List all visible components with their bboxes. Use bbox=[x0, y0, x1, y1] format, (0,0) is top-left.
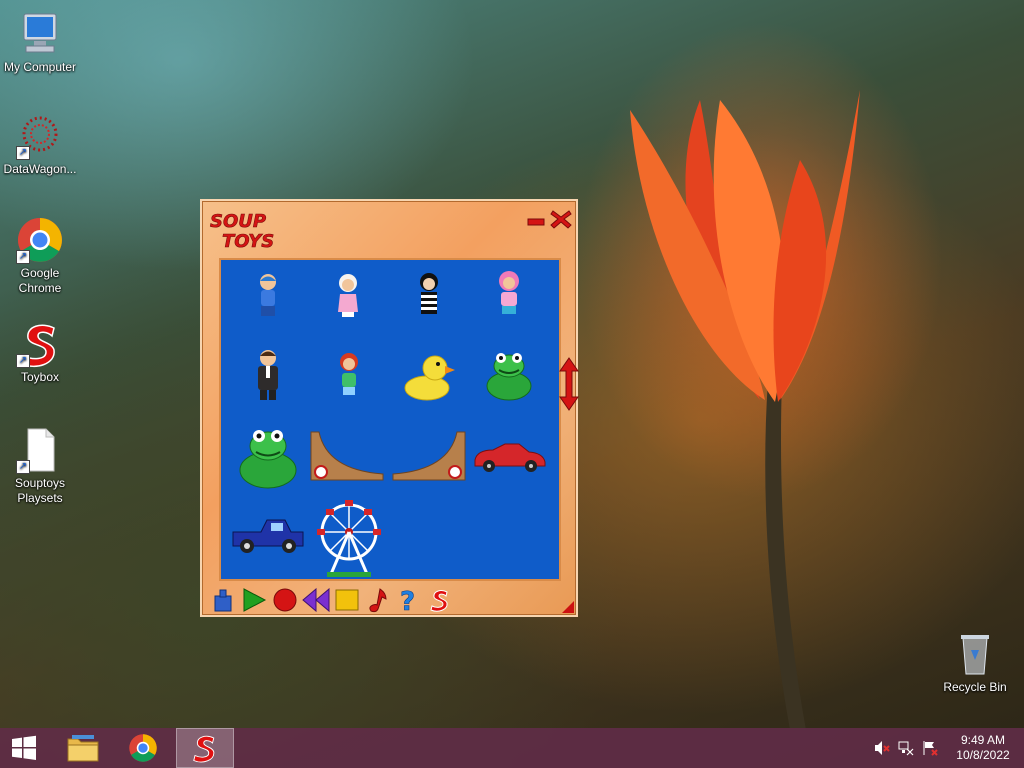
desktop-icon-label: Toybox bbox=[20, 370, 60, 384]
resize-grip[interactable] bbox=[562, 601, 574, 613]
help-icon: ? bbox=[399, 587, 415, 613]
file-explorer-icon bbox=[67, 735, 99, 762]
desktop-icon-recycle-bin[interactable]: Recycle Bin bbox=[935, 630, 1015, 695]
taskbar-chrome[interactable] bbox=[114, 728, 172, 768]
shortcut-arrow-icon: ↗ bbox=[16, 146, 30, 160]
toy-ferris-wheel[interactable] bbox=[317, 500, 381, 583]
toy-skate-ramp-left[interactable] bbox=[309, 430, 385, 487]
toy-rubber-duck[interactable] bbox=[403, 350, 455, 407]
clock-date: 10/8/2022 bbox=[956, 748, 1010, 762]
desktop-icon-label: Souptoys Playsets bbox=[14, 476, 66, 505]
souptoys-window[interactable]: SOUP TOYS ? bbox=[200, 199, 579, 617]
desktop-icon-google-chrome[interactable]: ↗ Google Chrome bbox=[0, 216, 80, 296]
desktop-icon-my-computer[interactable]: My Computer bbox=[0, 10, 80, 75]
souptoys-toolbar: ? bbox=[208, 586, 454, 614]
rewind-icon bbox=[301, 587, 329, 613]
recycle-bin-icon bbox=[961, 635, 989, 675]
toy-blue-pickup-truck[interactable] bbox=[231, 514, 305, 561]
chrome-icon bbox=[129, 734, 157, 762]
close-button[interactable] bbox=[550, 209, 572, 229]
start-icon bbox=[12, 735, 36, 760]
souptoys-logo: SOUP TOYS bbox=[208, 207, 278, 253]
action-center-flag-icon[interactable] bbox=[920, 738, 940, 758]
toy-doll-blue[interactable] bbox=[255, 272, 281, 325]
desktop-icon-datawagon[interactable]: ↗ DataWagon... bbox=[0, 112, 80, 177]
record-icon bbox=[273, 588, 296, 612]
weight-icon bbox=[214, 589, 231, 612]
tulip-wallpaper bbox=[630, 90, 860, 730]
toy-frog-small[interactable] bbox=[483, 348, 535, 407]
minimize-button[interactable] bbox=[526, 209, 546, 227]
shortcut-arrow-icon: ↗ bbox=[16, 460, 30, 474]
network-icon[interactable] bbox=[896, 738, 916, 758]
volume-muted-icon[interactable] bbox=[872, 738, 892, 758]
taskbar: 9:49 AM 10/8/2022 bbox=[0, 728, 1024, 768]
taskbar-file-explorer[interactable] bbox=[54, 728, 112, 768]
taskbar-souptoys[interactable] bbox=[176, 728, 234, 768]
clock-time: 9:49 AM bbox=[960, 733, 1006, 747]
toy-doll-white-hair[interactable] bbox=[333, 272, 363, 325]
toy-doll-pink-hair[interactable] bbox=[493, 270, 525, 325]
souptoys-s-icon bbox=[429, 590, 448, 612]
toy-man-in-suit[interactable] bbox=[253, 348, 283, 409]
shortcut-arrow-icon: ↗ bbox=[16, 250, 30, 264]
system-tray: 9:49 AM 10/8/2022 bbox=[870, 728, 1024, 768]
taskbar-clock[interactable]: 9:49 AM 10/8/2022 bbox=[950, 733, 1016, 763]
record-button[interactable] bbox=[270, 586, 299, 614]
scroll-updown-handle[interactable] bbox=[559, 357, 579, 411]
svg-text:TOYS: TOYS bbox=[222, 231, 274, 251]
desktop-icon-souptoys-playsets[interactable]: ↗ Souptoys Playsets bbox=[0, 426, 80, 506]
toy-red-sports-car[interactable] bbox=[471, 440, 547, 479]
music-note-icon bbox=[368, 588, 387, 613]
desktop-icon-toybox[interactable]: ↗ Toybox bbox=[0, 320, 80, 385]
desktop-icon-label: Google Chrome bbox=[18, 266, 62, 295]
close-icon bbox=[550, 210, 572, 229]
souptoys-s-icon bbox=[193, 735, 215, 763]
toy-doll-red-hair[interactable] bbox=[335, 352, 363, 407]
start-button[interactable] bbox=[0, 728, 48, 768]
desktop-icon-label: Recycle Bin bbox=[943, 680, 1007, 694]
rewind-button[interactable] bbox=[301, 586, 330, 614]
shortcut-arrow-icon: ↗ bbox=[16, 354, 30, 368]
desktop-icon-label: DataWagon... bbox=[3, 162, 77, 176]
play-icon bbox=[243, 588, 266, 612]
toy-doll-striped[interactable] bbox=[415, 272, 443, 327]
souptoys-menu-button[interactable] bbox=[425, 586, 454, 614]
desktop-icon-label: My Computer bbox=[3, 60, 77, 74]
toy-playfield[interactable] bbox=[219, 258, 561, 581]
svg-text:SOUP: SOUP bbox=[210, 211, 266, 232]
toy-frog-large[interactable] bbox=[237, 424, 299, 495]
stop-button[interactable] bbox=[332, 586, 361, 614]
toy-skate-ramp-right[interactable] bbox=[391, 430, 467, 487]
minimize-icon bbox=[527, 218, 545, 226]
svg-text:?: ? bbox=[400, 587, 415, 613]
music-button[interactable] bbox=[363, 586, 392, 614]
computer-icon bbox=[23, 13, 57, 53]
play-button[interactable] bbox=[239, 586, 268, 614]
help-button[interactable]: ? bbox=[394, 586, 423, 614]
stop-icon bbox=[335, 589, 358, 611]
updown-arrow-icon bbox=[559, 357, 579, 411]
weight-tool-button[interactable] bbox=[208, 586, 237, 614]
